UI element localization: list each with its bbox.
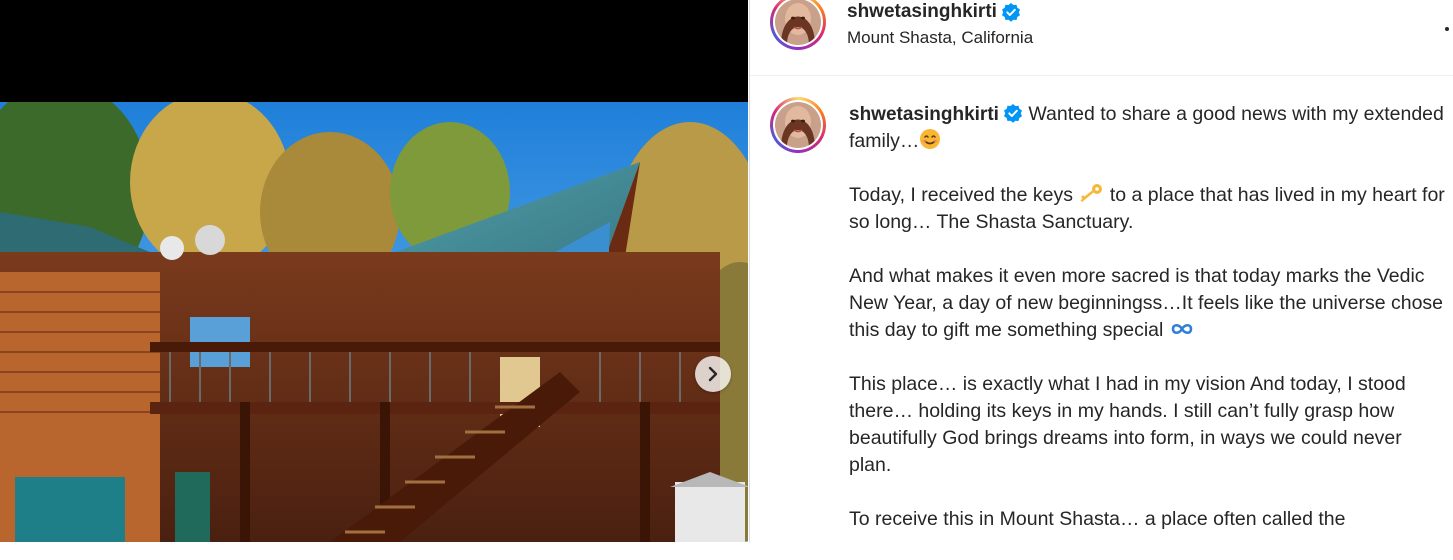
more-options-icon[interactable] bbox=[1445, 27, 1449, 31]
avatar-image bbox=[775, 0, 821, 45]
caption-paragraph-2: Today, I received the keys to a place th… bbox=[849, 182, 1449, 236]
post-header: shwetasinghkirti Mount Shasta, Californi… bbox=[750, 0, 1453, 76]
avatar-image bbox=[775, 102, 821, 148]
post-side-panel: shwetasinghkirti Mount Shasta, Californi… bbox=[749, 0, 1453, 542]
post-caption: shwetasinghkirti Wanted to share a good … bbox=[849, 101, 1449, 560]
caption-paragraph-5: To receive this in Mount Shasta… a place… bbox=[849, 508, 1346, 530]
verified-badge-icon bbox=[1003, 104, 1022, 123]
post-media bbox=[0, 0, 748, 542]
post-username[interactable]: shwetasinghkirti bbox=[847, 1, 997, 23]
caption-paragraph-1: shwetasinghkirti Wanted to share a good … bbox=[849, 101, 1449, 155]
caption-text-2a: Today, I received the keys bbox=[849, 184, 1074, 206]
cabin-photo bbox=[0, 102, 748, 542]
infinity-icon bbox=[1171, 323, 1193, 335]
caption-paragraph-4: This place… is exactly what I had in my … bbox=[849, 373, 1406, 476]
next-media-button[interactable] bbox=[695, 356, 731, 392]
caption-paragraph-3: And what makes it even more sacred is th… bbox=[849, 263, 1449, 344]
verified-badge-icon bbox=[1001, 3, 1020, 22]
avatar[interactable] bbox=[770, 0, 826, 50]
caption-username[interactable]: shwetasinghkirti bbox=[849, 104, 999, 125]
caption-text-3: And what makes it even more sacred is th… bbox=[849, 265, 1444, 341]
key-emoji-icon bbox=[1080, 184, 1103, 202]
post-location[interactable]: Mount Shasta, California bbox=[847, 28, 1033, 48]
chevron-right-icon bbox=[708, 366, 718, 382]
caption-avatar[interactable] bbox=[770, 97, 826, 153]
smiling-face-emoji-icon bbox=[920, 129, 941, 149]
